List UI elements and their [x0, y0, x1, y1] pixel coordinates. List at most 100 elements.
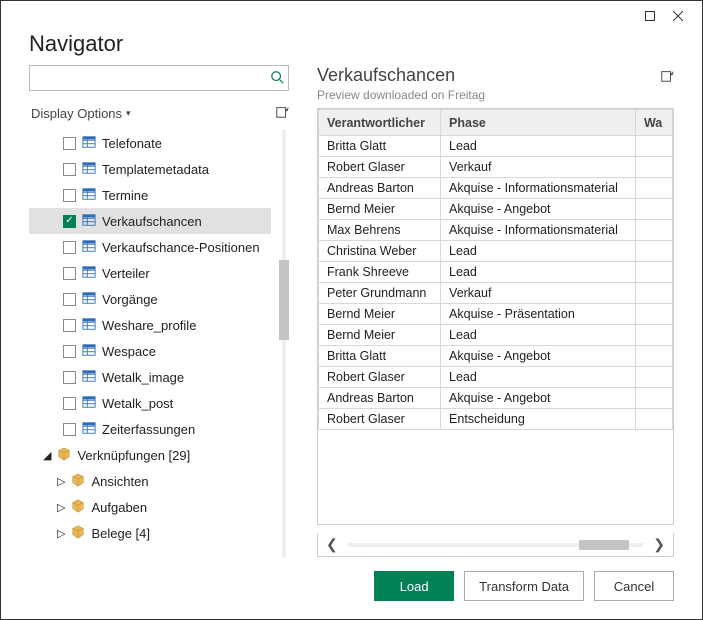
tree-item-label: Weshare_profile	[102, 318, 196, 333]
table-row[interactable]: Christina WeberLead	[319, 241, 673, 262]
table-cell: Robert Glaser	[319, 157, 441, 178]
folder-item[interactable]: ▷ Ansichten	[29, 468, 271, 494]
column-header[interactable]: Verantwortlicher	[319, 110, 441, 136]
load-button[interactable]: Load	[374, 571, 454, 601]
table-row[interactable]: Robert GlaserVerkauf	[319, 157, 673, 178]
table-cell	[635, 304, 672, 325]
table-cell	[635, 325, 672, 346]
table-cell	[635, 283, 672, 304]
tree-scroll-thumb[interactable]	[279, 260, 289, 340]
table-row[interactable]: Frank ShreeveLead	[319, 262, 673, 283]
tree-item[interactable]: Termine	[29, 182, 271, 208]
preview-title: Verkaufschancen	[317, 65, 485, 86]
table-row[interactable]: Britta GlattAkquise - Angebot	[319, 346, 673, 367]
search-icon[interactable]	[266, 70, 288, 87]
scroll-left-icon[interactable]: ❮	[326, 536, 338, 553]
tree-item[interactable]: Wespace	[29, 338, 271, 364]
caret-icon[interactable]: ▷	[57, 527, 65, 540]
folder-label: Ansichten	[91, 474, 148, 489]
preview-scroll-thumb[interactable]	[579, 540, 629, 550]
table-row[interactable]: Bernd MeierAkquise - Präsentation	[319, 304, 673, 325]
table-row[interactable]: Robert GlaserLead	[319, 367, 673, 388]
folder-item[interactable]: ▷Belege [4]	[29, 520, 271, 546]
folder-item[interactable]: ◢Verknüpfungen [29]	[29, 442, 271, 468]
checkbox[interactable]	[63, 397, 76, 410]
refresh-tree-icon[interactable]	[275, 105, 289, 122]
tree-item[interactable]: Wetalk_post	[29, 390, 271, 416]
table-row[interactable]: Andreas BartonAkquise - Angebot	[319, 388, 673, 409]
tree-item[interactable]: Telefonate	[29, 130, 271, 156]
table-icon	[82, 291, 96, 308]
tree-item[interactable]: Vorgänge	[29, 286, 271, 312]
column-header[interactable]: Wa	[635, 110, 672, 136]
column-header[interactable]: Phase	[441, 110, 636, 136]
table-cell	[635, 241, 672, 262]
table-row[interactable]: Britta GlattLead	[319, 136, 673, 157]
folder-icon	[71, 473, 85, 490]
folder-item[interactable]: ▷ Aufgaben	[29, 494, 271, 520]
tree-item-label: Verkaufschance-Positionen	[102, 240, 260, 255]
tree-item[interactable]: Verkaufschance-Positionen	[29, 234, 271, 260]
cancel-button[interactable]: Cancel	[594, 571, 674, 601]
table-row[interactable]: Andreas BartonAkquise - Informationsmate…	[319, 178, 673, 199]
table-cell: Britta Glatt	[319, 136, 441, 157]
tree-item[interactable]: Wetalk_image	[29, 364, 271, 390]
checkbox[interactable]	[63, 189, 76, 202]
preview-table: VerantwortlicherPhaseWaBritta GlattLeadR…	[318, 109, 673, 430]
checkbox[interactable]	[63, 319, 76, 332]
table-cell: Bernd Meier	[319, 325, 441, 346]
checkbox[interactable]	[63, 267, 76, 280]
close-button[interactable]	[664, 8, 692, 24]
refresh-preview-icon[interactable]	[660, 65, 674, 86]
table-cell	[635, 367, 672, 388]
table-cell	[635, 220, 672, 241]
tree-scrollbar[interactable]	[279, 130, 289, 557]
table-row[interactable]: Peter GrundmannVerkauf	[319, 283, 673, 304]
table-cell	[635, 388, 672, 409]
maximize-button[interactable]	[636, 8, 664, 24]
checkbox[interactable]	[63, 371, 76, 384]
tree-item-label: Wespace	[102, 344, 156, 359]
preview-horizontal-scrollbar[interactable]: ❮ ❯	[317, 533, 674, 557]
tree-item-label: Zeiterfassungen	[102, 422, 195, 437]
table-cell	[635, 136, 672, 157]
table-cell	[635, 262, 672, 283]
tree-item-label: Verkaufschancen	[102, 214, 202, 229]
tree-item-label: Templatemetadata	[102, 162, 209, 177]
caret-icon[interactable]: ▷	[57, 475, 65, 488]
checkbox[interactable]	[63, 423, 76, 436]
table-cell	[635, 409, 672, 430]
tree-item[interactable]: Templatemetadata	[29, 156, 271, 182]
table-row[interactable]: Bernd MeierAkquise - Angebot	[319, 199, 673, 220]
table-row[interactable]: Bernd MeierLead	[319, 325, 673, 346]
checkbox[interactable]	[63, 137, 76, 150]
checkbox[interactable]	[63, 241, 76, 254]
checkbox[interactable]	[63, 163, 76, 176]
folder-label: Aufgaben	[91, 500, 147, 515]
checkbox[interactable]	[63, 215, 76, 228]
table-row[interactable]: Robert GlaserEntscheidung	[319, 409, 673, 430]
table-cell: Christina Weber	[319, 241, 441, 262]
caret-icon[interactable]: ◢	[43, 449, 51, 462]
preview-table-wrap[interactable]: VerantwortlicherPhaseWaBritta GlattLeadR…	[317, 108, 674, 525]
table-row[interactable]: Max BehrensAkquise - Informationsmateria…	[319, 220, 673, 241]
tree-item-label: Wetalk_image	[102, 370, 184, 385]
caret-icon[interactable]: ▷	[57, 501, 65, 514]
table-cell: Entscheidung	[441, 409, 636, 430]
search-input[interactable]	[30, 71, 266, 86]
scroll-right-icon[interactable]: ❯	[653, 536, 665, 553]
tree[interactable]: Telefonate Templatemetadata Termine Verkauf…	[29, 130, 275, 557]
tree-item[interactable]: Verkaufschancen	[29, 208, 271, 234]
table-cell: Akquise - Informationsmaterial	[441, 220, 636, 241]
checkbox[interactable]	[63, 293, 76, 306]
table-cell	[635, 178, 672, 199]
display-options-dropdown[interactable]: Display Options ▾	[31, 106, 131, 121]
tree-item-label: Verteiler	[102, 266, 150, 281]
tree-item[interactable]: Weshare_profile	[29, 312, 271, 338]
table-icon	[82, 343, 96, 360]
tree-item[interactable]: Verteiler	[29, 260, 271, 286]
checkbox[interactable]	[63, 345, 76, 358]
preview-subtitle: Preview downloaded on Freitag	[317, 88, 485, 102]
tree-item[interactable]: Zeiterfassungen	[29, 416, 271, 442]
transform-data-button[interactable]: Transform Data	[464, 571, 584, 601]
